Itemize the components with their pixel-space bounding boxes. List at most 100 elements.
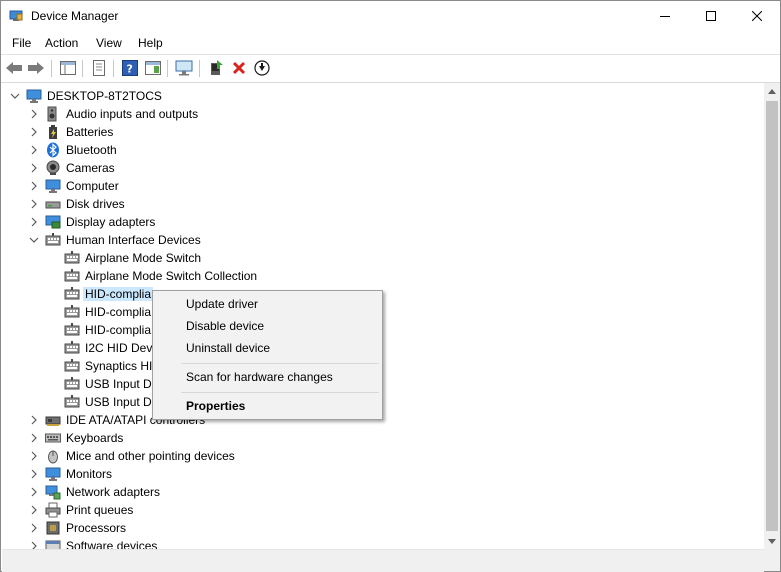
chevron-right-icon[interactable] xyxy=(29,432,39,444)
tree-item-label: Computer xyxy=(66,179,119,193)
chevron-right-icon[interactable] xyxy=(29,144,39,156)
chevron-right-icon[interactable] xyxy=(29,450,39,462)
disk-drive-icon xyxy=(45,196,61,212)
vertical-scrollbar[interactable] xyxy=(764,83,780,549)
monitor-icon xyxy=(45,466,61,482)
menu-view[interactable]: View xyxy=(96,36,122,50)
svg-text:?: ? xyxy=(127,63,133,76)
tree-category-item[interactable]: Bluetooth xyxy=(2,141,762,159)
display-adapter-icon xyxy=(45,214,61,230)
context-menu: Update driver Disable device Uninstall d… xyxy=(152,290,383,420)
speaker-icon xyxy=(45,106,61,122)
tree-category-item[interactable]: Monitors xyxy=(2,465,762,483)
chevron-right-icon[interactable] xyxy=(29,486,39,498)
network-adapter-icon xyxy=(45,484,61,500)
uninstall-device-menu-item[interactable]: Uninstall device xyxy=(186,341,270,355)
uninstall-device-icon[interactable] xyxy=(230,59,248,77)
printer-icon xyxy=(45,502,61,518)
chevron-right-icon[interactable] xyxy=(29,126,39,138)
processor-icon xyxy=(45,520,61,536)
tree-item-label: Cameras xyxy=(66,161,115,175)
action-pane-icon[interactable] xyxy=(144,59,162,77)
computer-icon xyxy=(26,88,42,104)
hid-icon xyxy=(64,358,80,374)
update-driver-menu-item[interactable]: Update driver xyxy=(186,297,258,311)
keyboard-icon xyxy=(45,430,61,446)
menu-action[interactable]: Action xyxy=(45,36,78,50)
tree-item-label: Disk drives xyxy=(66,197,125,211)
tree-category-item[interactable]: Processors xyxy=(2,519,762,537)
battery-icon xyxy=(45,124,61,140)
menu-help[interactable]: Help xyxy=(138,36,163,50)
tree-item-label: Airplane Mode Switch Collection xyxy=(85,269,258,283)
computer-icon xyxy=(45,178,61,194)
properties-menu-item[interactable]: Properties xyxy=(186,399,245,413)
tree-category-item[interactable]: Software devices xyxy=(2,537,762,549)
tree-item-label: I2C HID Devi xyxy=(85,341,156,355)
back-icon[interactable] xyxy=(5,59,23,77)
disable-device-menu-item[interactable]: Disable device xyxy=(186,319,264,333)
scan-monitor-icon[interactable] xyxy=(175,59,193,77)
tree-root[interactable]: DESKTOP-8T2TOCS xyxy=(2,87,762,105)
tree-category-item[interactable]: Keyboards xyxy=(2,429,762,447)
title-bar[interactable]: Device Manager xyxy=(1,1,780,31)
chevron-right-icon[interactable] xyxy=(29,540,39,549)
tree-category-item[interactable]: Network adapters xyxy=(2,483,762,501)
tree-child-item[interactable]: Airplane Mode Switch Collection xyxy=(2,267,762,285)
properties-sheet-icon[interactable] xyxy=(90,59,108,77)
tree-category-item[interactable]: Print queues xyxy=(2,501,762,519)
hid-icon xyxy=(64,322,80,338)
tree-item-label: HID-complia xyxy=(85,323,152,337)
chevron-right-icon[interactable] xyxy=(29,414,39,426)
horizontal-scrollbar[interactable] xyxy=(2,549,764,572)
software-device-icon xyxy=(45,538,61,549)
chevron-down-icon[interactable] xyxy=(10,90,20,102)
tree-item-label: Airplane Mode Switch xyxy=(85,251,202,265)
chevron-right-icon[interactable] xyxy=(29,162,39,174)
scan-hardware-menu-item[interactable]: Scan for hardware changes xyxy=(186,370,333,384)
menu-file[interactable]: File xyxy=(12,36,31,50)
tree-item-label: Batteries xyxy=(66,125,114,139)
chevron-right-icon[interactable] xyxy=(29,198,39,210)
tree-category-item[interactable]: Audio inputs and outputs xyxy=(2,105,762,123)
chevron-right-icon[interactable] xyxy=(29,468,39,480)
show-hide-console-tree-icon[interactable] xyxy=(59,59,77,77)
minimize-button[interactable] xyxy=(642,1,688,31)
context-menu-separator xyxy=(181,392,379,393)
tree-category-item[interactable]: Cameras xyxy=(2,159,762,177)
tree-category-item[interactable]: Computer xyxy=(2,177,762,195)
mouse-icon xyxy=(45,448,61,464)
device-manager-window: Device Manager File Action View Help ? D… xyxy=(0,0,781,572)
tree-category-item[interactable]: Display adapters xyxy=(2,213,762,231)
forward-icon[interactable] xyxy=(27,59,45,77)
tree-item-label: HID-complia xyxy=(83,287,154,301)
scrollbar-corner xyxy=(764,549,780,571)
tree-item-label: USB Input De xyxy=(85,377,159,391)
scroll-down-icon[interactable] xyxy=(764,533,780,549)
help-icon[interactable]: ? xyxy=(121,59,139,77)
device-tree[interactable]: DESKTOP-8T2TOCS Audio inputs and outputs B… xyxy=(2,83,764,549)
tree-item-label: Processors xyxy=(66,521,127,535)
chevron-right-icon[interactable] xyxy=(29,108,39,120)
tree-category-item[interactable]: Human Interface Devices xyxy=(2,231,762,249)
context-menu-separator xyxy=(181,363,379,364)
chevron-right-icon[interactable] xyxy=(29,504,39,516)
tree-category-item[interactable]: Disk drives xyxy=(2,195,762,213)
toolbar-separator xyxy=(199,60,200,77)
tree-category-item[interactable]: Mice and other pointing devices xyxy=(2,447,762,465)
chevron-right-icon[interactable] xyxy=(29,522,39,534)
chevron-right-icon[interactable] xyxy=(29,216,39,228)
maximize-button[interactable] xyxy=(688,1,734,31)
chevron-right-icon[interactable] xyxy=(29,180,39,192)
update-driver-icon[interactable] xyxy=(207,59,225,77)
chevron-down-icon[interactable] xyxy=(29,234,39,246)
tree-item-label: USB Input De xyxy=(85,395,159,409)
vertical-scroll-thumb[interactable] xyxy=(766,101,778,531)
tree-item-label: HID-complia xyxy=(85,305,152,319)
hid-icon xyxy=(64,250,80,266)
scroll-up-icon[interactable] xyxy=(764,83,780,99)
enable-device-icon[interactable] xyxy=(253,59,271,77)
close-button[interactable] xyxy=(734,1,780,31)
tree-category-item[interactable]: Batteries xyxy=(2,123,762,141)
tree-child-item[interactable]: Airplane Mode Switch xyxy=(2,249,762,267)
